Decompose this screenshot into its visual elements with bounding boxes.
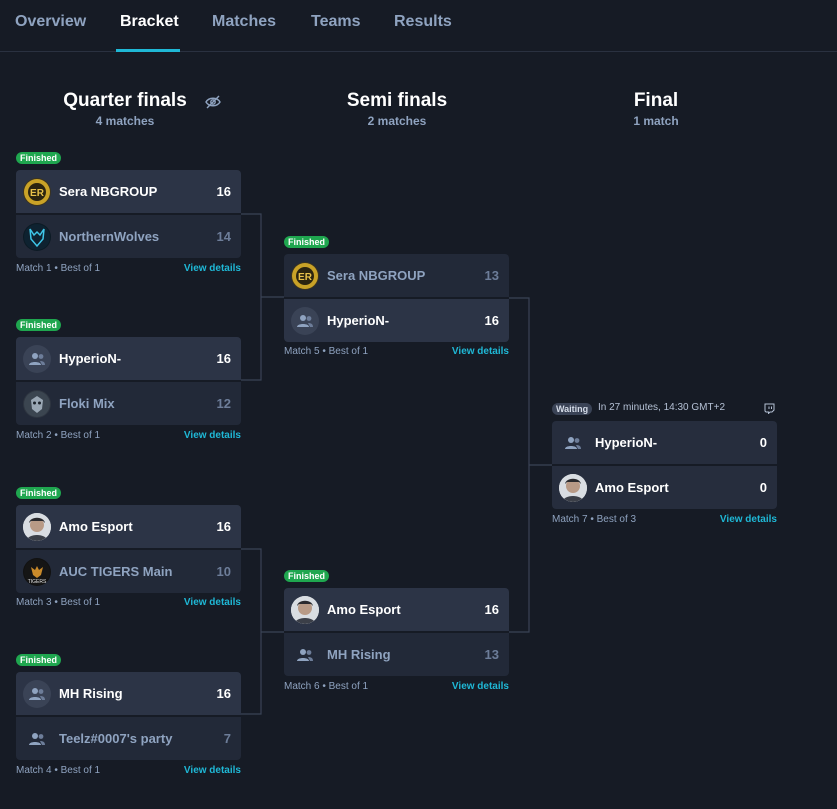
team-score: 16 (216, 351, 231, 366)
team-score: 16 (216, 184, 231, 199)
team-name: MH Rising (327, 647, 391, 662)
view-details-link[interactable]: View details (184, 597, 241, 608)
view-details-link[interactable]: View details (184, 430, 241, 441)
view-details-link[interactable]: View details (184, 263, 241, 274)
match-meta: Match 1 • Best of 1 View details (16, 263, 241, 274)
status-badge: Finished (16, 654, 62, 666)
team-name: Amo Esport (595, 480, 669, 495)
team-name: Sera NBGROUP (327, 268, 426, 283)
team-name: Amo Esport (327, 602, 401, 617)
team-name: HyperioN- (59, 351, 122, 366)
svg-text:TIGERS: TIGERS (28, 579, 47, 585)
match-card-7[interactable]: HyperioN- 0 Amo Esport 0 (552, 421, 777, 509)
er-logo-icon: ER (23, 177, 51, 206)
match-card-4[interactable]: MH Rising 16 Teelz#0007's party 7 (16, 672, 241, 760)
status-badge: Finished (16, 319, 62, 331)
svg-text:ER: ER (298, 272, 313, 283)
floki-avatar-icon (23, 389, 51, 418)
view-details-link[interactable]: View details (452, 346, 509, 357)
view-details-link[interactable]: View details (720, 514, 777, 525)
group-icon (291, 306, 319, 335)
amo-avatar-icon (291, 595, 319, 624)
match-card-1[interactable]: ER Sera NBGROUP 16 NorthernWolves 14 (16, 170, 241, 258)
group-icon (291, 641, 319, 669)
team-score: 0 (759, 480, 767, 495)
match-meta: Match 5 • Best of 1 View details (284, 346, 509, 357)
group-icon (23, 725, 51, 753)
view-details-link[interactable]: View details (452, 681, 509, 692)
status-badge: Waiting (552, 403, 593, 415)
team-name: Sera NBGROUP (59, 184, 158, 199)
view-details-link[interactable]: View details (184, 765, 241, 776)
amo-avatar-icon (559, 473, 587, 502)
team-score: 10 (216, 564, 231, 579)
match-info: Match 3 • Best of 1 (16, 597, 101, 608)
match-card-2[interactable]: HyperioN- 16 Floki Mix 12 (16, 337, 241, 425)
team-score: 0 (759, 435, 767, 450)
team-name: MH Rising (59, 686, 123, 701)
team-row[interactable]: Floki Mix 12 (16, 382, 241, 425)
match-meta: Match 4 • Best of 1 View details (16, 765, 241, 776)
match-meta: Match 7 • Best of 3 View details (552, 514, 777, 525)
match-meta: Match 2 • Best of 1 View details (16, 430, 241, 441)
match-info: Match 5 • Best of 1 (284, 346, 369, 357)
team-score: 16 (484, 602, 499, 617)
team-row[interactable]: Teelz#0007's party 7 (16, 717, 241, 760)
status-badge: Finished (16, 487, 62, 499)
team-row[interactable]: HyperioN- 16 (284, 299, 509, 342)
team-row[interactable]: ER Sera NBGROUP 13 (284, 254, 509, 297)
team-score: 7 (223, 731, 231, 746)
amo-avatar-icon (23, 512, 51, 541)
twitch-stream-icon[interactable] (764, 403, 775, 414)
svg-text:ER: ER (30, 188, 45, 199)
team-row[interactable]: TIGERS AUC TIGERS Main 10 (16, 550, 241, 593)
team-score: 12 (216, 396, 231, 411)
match-info: Match 6 • Best of 1 (284, 681, 369, 692)
match-info: Match 1 • Best of 1 (16, 263, 101, 274)
match-info: Match 7 • Best of 3 (552, 514, 637, 525)
team-score: 16 (216, 519, 231, 534)
tigers-logo-icon: TIGERS (23, 557, 51, 586)
team-name: AUC TIGERS Main (59, 564, 173, 579)
team-name: NorthernWolves (59, 229, 160, 244)
team-score: 16 (484, 313, 499, 328)
team-name: Floki Mix (59, 396, 115, 411)
team-name: Teelz#0007's party (59, 731, 173, 746)
group-icon (23, 679, 51, 708)
team-score: 16 (216, 686, 231, 701)
match-info: Match 2 • Best of 1 (16, 430, 101, 441)
match-meta: Match 6 • Best of 1 View details (284, 681, 509, 692)
match-card-6[interactable]: Amo Esport 16 MH Rising 13 (284, 588, 509, 676)
match-info: Match 4 • Best of 1 (16, 765, 101, 776)
group-icon (559, 429, 587, 457)
match-start-time: In 27 minutes, 14:30 GMT+2 (598, 402, 726, 413)
team-score: 14 (216, 229, 231, 244)
team-row[interactable]: MH Rising 16 (16, 672, 241, 715)
team-row[interactable]: Amo Esport 16 (16, 505, 241, 548)
match-card-5[interactable]: ER Sera NBGROUP 13 HyperioN- 16 (284, 254, 509, 342)
wolf-logo-icon (23, 222, 51, 251)
er-logo-icon: ER (291, 261, 319, 290)
team-name: HyperioN- (595, 435, 658, 450)
status-badge: Finished (284, 570, 330, 582)
status-badge: Finished (16, 152, 62, 164)
team-row[interactable]: ER Sera NBGROUP 16 (16, 170, 241, 213)
team-row[interactable]: NorthernWolves 14 (16, 215, 241, 258)
team-row[interactable]: Amo Esport 16 (284, 588, 509, 631)
match-card-3[interactable]: Amo Esport 16 TIGERS AUC TIGERS Main 10 (16, 505, 241, 593)
team-row[interactable]: Amo Esport 0 (552, 466, 777, 509)
team-row[interactable]: MH Rising 13 (284, 633, 509, 676)
team-name: Amo Esport (59, 519, 133, 534)
team-row[interactable]: HyperioN- 16 (16, 337, 241, 380)
group-icon (23, 344, 51, 373)
status-badge: Finished (284, 236, 330, 248)
team-score: 13 (484, 647, 499, 662)
team-name: HyperioN- (327, 313, 390, 328)
team-score: 13 (484, 268, 499, 283)
match-meta: Match 3 • Best of 1 View details (16, 597, 241, 608)
team-row[interactable]: HyperioN- 0 (552, 421, 777, 464)
